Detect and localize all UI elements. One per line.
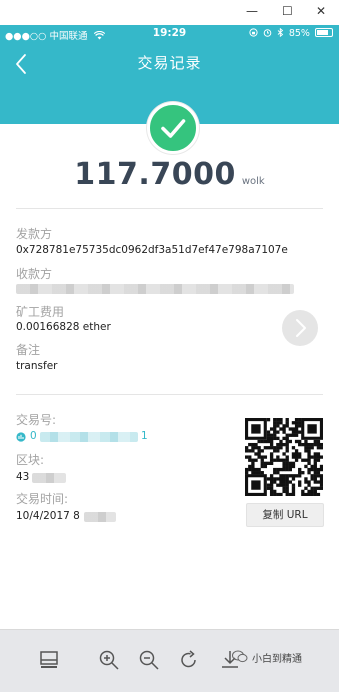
memo-label: 备注 [16,343,41,357]
watermark-text: 小白到精通 [252,654,302,665]
memo-value: transfer [16,360,58,372]
maximize-button[interactable]: ☐ [282,4,293,18]
copy-url-button[interactable]: 复制 URL [246,503,324,527]
wechat-icon [232,650,248,663]
tx-hash-end[interactable]: 1 [141,430,148,442]
divider-top [16,208,323,209]
receiver-address-redacted [16,284,294,294]
amount-unit: wolk [241,176,265,187]
layout-icon[interactable] [37,648,61,672]
close-button[interactable]: ✕ [316,4,326,18]
minimize-button[interactable]: — [246,4,258,18]
fee-value: 0.00166828 ether [16,321,111,333]
qr-code [245,418,324,497]
tx-hash-label: 交易号: [16,413,57,427]
window-title-bar: — ☐ ✕ [0,0,339,26]
zoom-in-icon[interactable] [97,648,121,672]
lock-rotation-icon [249,28,258,37]
transaction-card [0,124,339,629]
block-label: 区块: [16,453,45,467]
time-label: 交易时间: [16,492,69,506]
status-right-cluster: 85% [249,27,333,39]
details-arrow-button[interactable] [282,310,318,346]
amount-row: 117.7000 wolk [0,157,339,192]
bottom-toolbar: 小白到精通 [0,629,339,692]
sender-label: 发款方 [16,227,53,241]
block-number-redacted [32,473,66,483]
tx-hash-redacted[interactable] [40,432,138,442]
receiver-label: 收款方 [16,267,53,281]
rotate-icon[interactable] [177,648,201,672]
transaction-time-start: 10/4/2017 8 [16,510,80,522]
block-number-start: 43 [16,471,30,483]
bluetooth-icon [277,27,284,38]
battery-percent: 85% [288,28,310,39]
success-check-icon [147,102,199,154]
zoom-out-icon[interactable] [137,648,161,672]
page-title: 交易记录 [137,54,202,72]
fee-label: 矿工费用 [16,305,65,319]
sender-address: 0x728781e75735dc0962df3a51d7ef47e798a710… [16,244,288,256]
divider-middle [16,394,323,395]
battery-icon [315,28,333,37]
alarm-icon [263,29,272,37]
transaction-amount: 117.7000 [74,157,236,192]
status-bar: ●●●○○ 中国联通 19:29 85% [0,25,339,42]
etherscan-link-icon [16,432,26,442]
tx-hash-start[interactable]: 0 [30,430,37,442]
transaction-time-redacted [84,512,116,522]
